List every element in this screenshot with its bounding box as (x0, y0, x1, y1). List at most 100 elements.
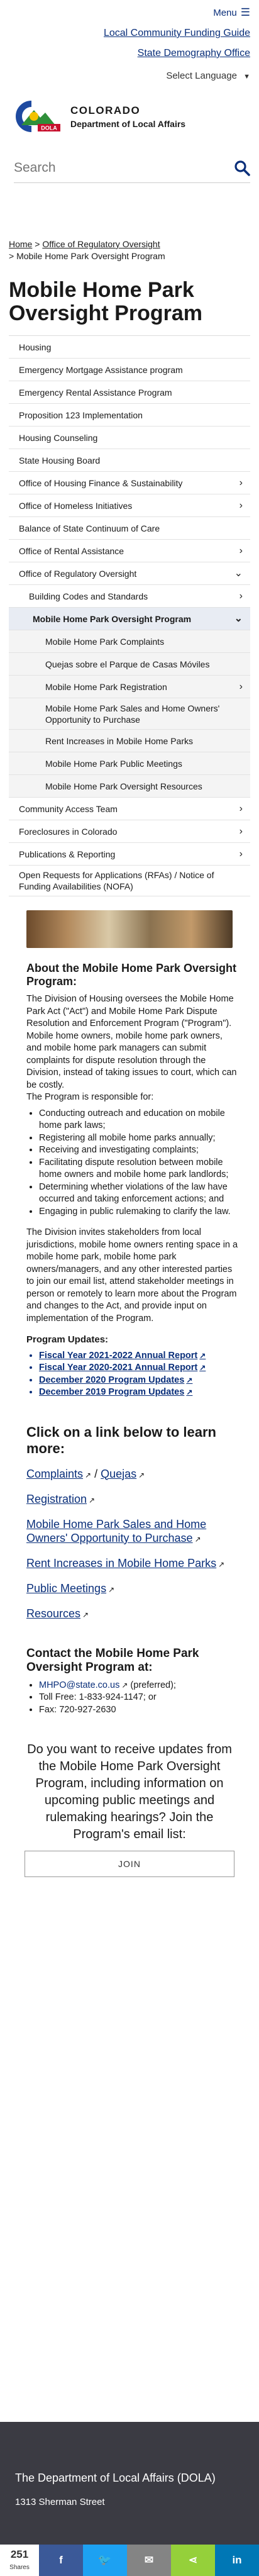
join-button[interactable]: JOIN (25, 1851, 234, 1877)
nav-item-label: Proposition 123 Implementation (19, 410, 143, 420)
list-item: Engaging in public rulemaking to clarify… (39, 1206, 240, 1218)
nav-item[interactable]: Foreclosures in Colorado › (9, 820, 250, 843)
email-icon[interactable]: ✉ (127, 2545, 171, 2576)
about-heading: About the Mobile Home Park Oversight Pro… (26, 962, 237, 988)
nav-item[interactable]: Mobile Home Park Sales and Home Owners' … (9, 698, 250, 730)
email-signup-prompt: Do you want to receive updates from the … (27, 1742, 232, 1841)
email-link[interactable]: MHPO@state.co.us (39, 1680, 119, 1690)
update-link-label: Fiscal Year 2020-2021 Annual Report (39, 1363, 198, 1373)
nav-item[interactable]: Housing (9, 336, 250, 359)
linkedin-icon[interactable]: in (215, 2545, 259, 2576)
update-link[interactable]: December 2019 Program Updates↗ (39, 1386, 240, 1399)
share-count-label: Shares (9, 2564, 30, 2571)
list-item: Facilitating dispute resolution between … (39, 1157, 240, 1181)
external-link-icon: ↗ (121, 1680, 128, 1690)
public-meetings-link[interactable]: Public Meetings (26, 1582, 106, 1595)
learn-heading: Click on a link below to learn more: (26, 1424, 216, 1456)
nav-item[interactable]: Emergency Rental Assistance Program (9, 381, 250, 404)
nav-item[interactable]: Publications & Reporting › (9, 843, 250, 866)
nav-item[interactable]: Mobile Home Park Registration › (9, 676, 250, 698)
nav-item[interactable]: Mobile Home Park Complaints (9, 630, 250, 653)
footer-address: 1313 Sherman Street (15, 2497, 105, 2507)
updates-list: Fiscal Year 2021-2022 Annual Report↗ Fis… (39, 1350, 240, 1399)
nav-item[interactable]: Mobile Home Park Public Meetings (9, 752, 250, 775)
learn-link-row: Registration ↗ (26, 1492, 240, 1507)
nav-item[interactable]: Open Requests for Applications (RFAs) / … (9, 866, 250, 896)
contact-tollfree: Toll Free: 1-833-924-1147; or (39, 1692, 240, 1704)
demography-office-link[interactable]: State Demography Office (9, 48, 250, 59)
nav-item[interactable]: Office of Housing Finance & Sustainabili… (9, 472, 250, 494)
responsibilities-list: Conducting outreach and education on mob… (39, 1108, 240, 1218)
list-item: Receiving and investigating complaints; (39, 1144, 240, 1157)
chevron-right-icon[interactable]: › (240, 591, 243, 602)
learn-link-row: Public Meetings ↗ (26, 1581, 240, 1597)
chevron-right-icon[interactable]: › (240, 545, 243, 557)
nav-item[interactable]: Office of Rental Assistance › (9, 540, 250, 562)
sales-opportunity-link[interactable]: Mobile Home Park Sales and Home Owners' … (26, 1518, 206, 1544)
logo-text: DOLA (41, 125, 57, 131)
registration-link[interactable]: Registration (26, 1493, 87, 1505)
nav-item-label: Rent Increases in Mobile Home Parks (45, 735, 193, 746)
share-bar: 251 Shares f 🐦 ✉ ⋖ in (0, 2545, 259, 2576)
nav-item[interactable]: Emergency Mortgage Assistance program (9, 359, 250, 381)
nav-item[interactable]: Community Access Team › (9, 798, 250, 820)
nav-item[interactable]: Office of Regulatory Oversight ⌄ (9, 562, 250, 585)
list-item: Registering all mobile home parks annual… (39, 1132, 240, 1145)
chevron-down-icon[interactable]: ⌄ (234, 568, 243, 579)
nav-item[interactable]: Mobile Home Park Oversight Resources (9, 775, 250, 798)
responsible-label: The Program is responsible for: (26, 1092, 154, 1102)
mobile-home-park-image (26, 910, 233, 948)
nav-item[interactable]: Building Codes and Standards › (9, 585, 250, 608)
chevron-right-icon[interactable]: › (240, 803, 243, 815)
learn-link-row: Resources ↗ (26, 1607, 240, 1622)
nav-item[interactable]: Mobile Home Park Oversight Program ⌄ (9, 608, 250, 630)
quejas-link[interactable]: Quejas (101, 1468, 136, 1480)
chevron-right-icon[interactable]: › (240, 826, 243, 837)
nav-item[interactable]: Proposition 123 Implementation (9, 404, 250, 427)
nav-item-label: Foreclosures in Colorado (19, 826, 118, 837)
update-link[interactable]: December 2020 Program Updates↗ (39, 1374, 240, 1387)
update-link[interactable]: Fiscal Year 2021-2022 Annual Report↗ (39, 1350, 240, 1363)
contact-email: MHPO@state.co.us↗ (preferred); (39, 1680, 240, 1692)
nav-item[interactable]: State Housing Board (9, 449, 250, 472)
community-funding-link[interactable]: Local Community Funding Guide (9, 28, 250, 39)
chevron-right-icon[interactable]: › (240, 477, 243, 489)
chevron-down-icon[interactable]: ⌄ (234, 613, 243, 625)
nav-item-label: Mobile Home Park Oversight Program (33, 613, 192, 624)
site-brand[interactable]: DOLA COLORADO Department of Local Affair… (0, 86, 259, 137)
nav-item[interactable]: Quejas sobre el Parque de Casas Móviles (9, 653, 250, 676)
rent-increases-link[interactable]: Rent Increases in Mobile Home Parks (26, 1557, 216, 1570)
resources-link[interactable]: Resources (26, 1607, 80, 1620)
brand-text: COLORADO Department of Local Affairs (70, 104, 185, 129)
search-input[interactable] (14, 160, 202, 176)
complaints-row: Complaints ↗ / Quejas ↗ (26, 1467, 240, 1482)
breadcrumb-parent[interactable]: Office of Regulatory Oversight (42, 239, 160, 249)
invite-paragraph: The Division invites stakeholders from l… (26, 1227, 238, 1324)
nav-item-label: Quejas sobre el Parque de Casas Móviles (45, 659, 210, 669)
chevron-right-icon[interactable]: › (240, 849, 243, 860)
language-select[interactable]: Select Language ▼ (9, 70, 250, 81)
chevron-right-icon[interactable]: › (240, 500, 243, 511)
nav-item[interactable]: Housing Counseling (9, 427, 250, 449)
breadcrumb-home[interactable]: Home (9, 239, 32, 249)
sharethis-icon[interactable]: ⋖ (171, 2545, 215, 2576)
nav-item-label: Housing Counseling (19, 432, 98, 443)
complaints-link[interactable]: Complaints (26, 1468, 83, 1480)
utility-bar: Menu ☰ Local Community Funding Guide Sta… (0, 0, 259, 86)
menu-button[interactable]: Menu ☰ (213, 6, 250, 19)
nav-item-label: Office of Regulatory Oversight (19, 568, 137, 579)
nav-item[interactable]: Office of Homeless Initiatives › (9, 494, 250, 517)
update-link[interactable]: Fiscal Year 2020-2021 Annual Report↗ (39, 1362, 240, 1374)
facebook-icon[interactable]: f (39, 2545, 83, 2576)
external-link-icon: ↗ (89, 1495, 96, 1505)
breadcrumb-separator: > (9, 251, 14, 261)
contact-heading: Contact the Mobile Home Park Oversight P… (26, 1646, 199, 1674)
nav-item[interactable]: Rent Increases in Mobile Home Parks (9, 730, 250, 752)
search-icon[interactable] (234, 160, 250, 176)
chevron-right-icon[interactable]: › (240, 681, 243, 693)
dola-logo: DOLA (16, 101, 60, 132)
twitter-icon[interactable]: 🐦 (83, 2545, 127, 2576)
learn-link-row: Rent Increases in Mobile Home Parks ↗ (26, 1556, 240, 1571)
nav-item[interactable]: Balance of State Continuum of Care (9, 517, 250, 540)
learn-link-row: Mobile Home Park Sales and Home Owners' … (26, 1517, 240, 1546)
